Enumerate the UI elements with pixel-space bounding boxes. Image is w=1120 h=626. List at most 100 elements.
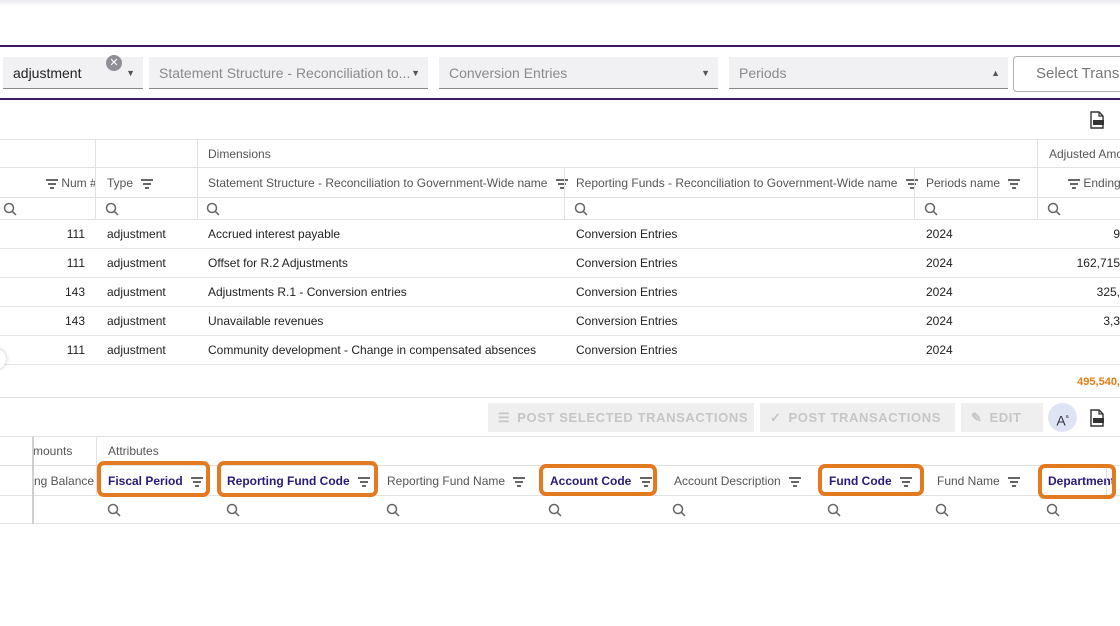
cell-num: 143 — [64, 314, 85, 328]
column-header-num[interactable]: Num # — [30, 168, 96, 197]
search-icon[interactable] — [3, 202, 17, 216]
cell-num: 111 — [66, 227, 85, 241]
highlight-department — [1038, 464, 1116, 499]
cell-statement: Adjustments R.1 - Conversion entries — [208, 285, 407, 299]
cell-period: 2024 — [926, 343, 953, 357]
chevron-down-icon[interactable]: ▼ — [126, 57, 135, 88]
table-row[interactable]: 111 adjustment Community development - Cha… — [0, 336, 1120, 365]
filter-bar: adjustment ▼ ✕ Statement Structure - Rec… — [0, 45, 1120, 100]
highlight-fund-code — [818, 464, 924, 496]
column-header-account-description[interactable]: Account Description — [663, 466, 802, 495]
search-icon[interactable] — [935, 503, 949, 517]
chevron-down-icon[interactable]: ▼ — [411, 57, 420, 88]
cell-num: 111 — [66, 256, 85, 270]
filter-icon[interactable] — [1068, 179, 1080, 189]
group-header-amounts: mounts — [33, 444, 73, 458]
column-header-fund-name[interactable]: Fund Name — [926, 466, 1021, 495]
search-icon[interactable] — [107, 503, 121, 517]
cell-period: 2024 — [926, 227, 953, 241]
table-row[interactable]: 111 adjustment Accrued interest payable Con… — [0, 220, 1120, 249]
search-icon[interactable] — [386, 503, 400, 517]
column-divider — [32, 437, 34, 524]
checklist-icon: ☰ — [498, 410, 511, 425]
table-row[interactable]: 143 adjustment Adjustments R.1 - Conversio… — [0, 278, 1120, 307]
search-icon[interactable] — [1046, 503, 1060, 517]
column-header-reporting-fund-name[interactable]: Reporting Fund Name — [376, 466, 526, 495]
column-header-periods[interactable]: Periods name — [915, 168, 1021, 197]
column-header-ending[interactable]: Ending B — [1052, 168, 1120, 197]
cell-period: 2024 — [926, 285, 953, 299]
column-search-row — [0, 198, 1120, 220]
periods-filter[interactable]: Periods ▲ — [729, 57, 1008, 89]
column-divider — [95, 139, 96, 220]
column-header-type[interactable]: Type — [96, 168, 154, 197]
check-icon: ✓ — [770, 410, 782, 425]
post-transactions-button[interactable]: ✓ POST TRANSACTIONS — [760, 403, 955, 432]
table-row[interactable]: 111 adjustment Offset for R.2 Adjustments C… — [0, 249, 1120, 278]
select-transactions-button[interactable]: Select Transa — [1013, 56, 1120, 92]
ending-balance-total: 495,540, — [1077, 376, 1120, 388]
cell-ending-balance — [1038, 336, 1120, 364]
actions-bar: ☰ POST SELECTED TRANSACTIONS ✓ POST TRANSA… — [0, 397, 1120, 437]
export-document-icon[interactable] — [1089, 111, 1105, 129]
cell-statement: Unavailable revenues — [208, 314, 324, 328]
column-divider — [564, 168, 565, 220]
clear-icon[interactable]: ✕ — [106, 55, 122, 71]
group-header-row: Dimensions Adjusted Amo — [0, 139, 1120, 168]
statement-filter[interactable]: Statement Structure - Reconciliation to.… — [149, 57, 428, 89]
font-size-button[interactable]: Aᵃ — [1048, 403, 1077, 432]
search-icon[interactable] — [1047, 202, 1061, 216]
cell-ending-balance: 325, — [1096, 285, 1120, 299]
cell-type: adjustment — [107, 256, 166, 270]
group-header-adjusted: Adjusted Amo — [1049, 147, 1120, 161]
search-icon[interactable] — [206, 202, 220, 216]
search-icon[interactable] — [105, 202, 119, 216]
search-icon[interactable] — [548, 503, 562, 517]
column-divider — [914, 168, 915, 220]
search-icon[interactable] — [827, 503, 841, 517]
cell-period: 2024 — [926, 314, 953, 328]
post-selected-transactions-button[interactable]: ☰ POST SELECTED TRANSACTIONS — [488, 403, 754, 432]
column-header-statement[interactable]: Statement Structure - Reconciliation to … — [197, 168, 568, 197]
cell-num: 111 — [66, 343, 85, 357]
filter-icon[interactable] — [46, 179, 58, 189]
cell-type: adjustment — [107, 227, 166, 241]
filter-icon[interactable] — [1008, 179, 1021, 189]
cell-ending-balance: 9 — [1113, 227, 1120, 241]
highlight-fiscal-period — [97, 461, 210, 497]
cell-ending-balance: 3,3 — [1103, 314, 1120, 328]
cell-funds: Conversion Entries — [576, 256, 678, 270]
cell-num: 143 — [64, 285, 85, 299]
font-size-superscript-icon: ᵃ — [1065, 413, 1069, 422]
highlight-account-code — [539, 464, 657, 496]
pencil-icon: ✎ — [971, 410, 983, 425]
type-filter[interactable]: adjustment ▼ — [3, 57, 143, 89]
cell-type: adjustment — [107, 343, 166, 357]
column-header-row: Num # Type Statement Structure - Reconci… — [0, 168, 1120, 198]
cell-funds: Conversion Entries — [576, 227, 678, 241]
search-icon[interactable] — [924, 202, 938, 216]
filter-icon[interactable] — [141, 179, 154, 189]
filter-icon[interactable] — [1008, 477, 1021, 487]
table-row[interactable]: 143 adjustment Unavailable revenues Convers… — [0, 307, 1120, 336]
column-divider — [197, 139, 198, 220]
chevron-down-icon[interactable]: ▼ — [701, 57, 710, 88]
funds-filter[interactable]: Conversion Entries ▼ — [439, 57, 718, 89]
export-document-icon[interactable] — [1089, 409, 1105, 427]
column-header-funds[interactable]: Reporting Funds - Reconciliation to Gove… — [565, 168, 918, 197]
cell-statement: Accrued interest payable — [208, 227, 341, 241]
cell-type: adjustment — [107, 285, 166, 299]
filter-icon[interactable] — [513, 477, 526, 487]
search-icon[interactable] — [226, 503, 240, 517]
edit-button[interactable]: ✎ EDIT — [961, 403, 1043, 432]
cell-statement: Community development - Change in compen… — [208, 343, 537, 357]
funds-filter-placeholder: Conversion Entries — [449, 65, 568, 81]
periods-filter-placeholder: Periods — [739, 65, 787, 81]
cell-funds: Conversion Entries — [576, 285, 678, 299]
search-icon[interactable] — [574, 202, 588, 216]
chevron-up-icon[interactable]: ▲ — [991, 57, 1000, 88]
top-band — [0, 0, 1120, 6]
search-icon[interactable] — [672, 503, 686, 517]
filter-icon[interactable] — [789, 477, 802, 487]
cell-type: adjustment — [107, 314, 166, 328]
